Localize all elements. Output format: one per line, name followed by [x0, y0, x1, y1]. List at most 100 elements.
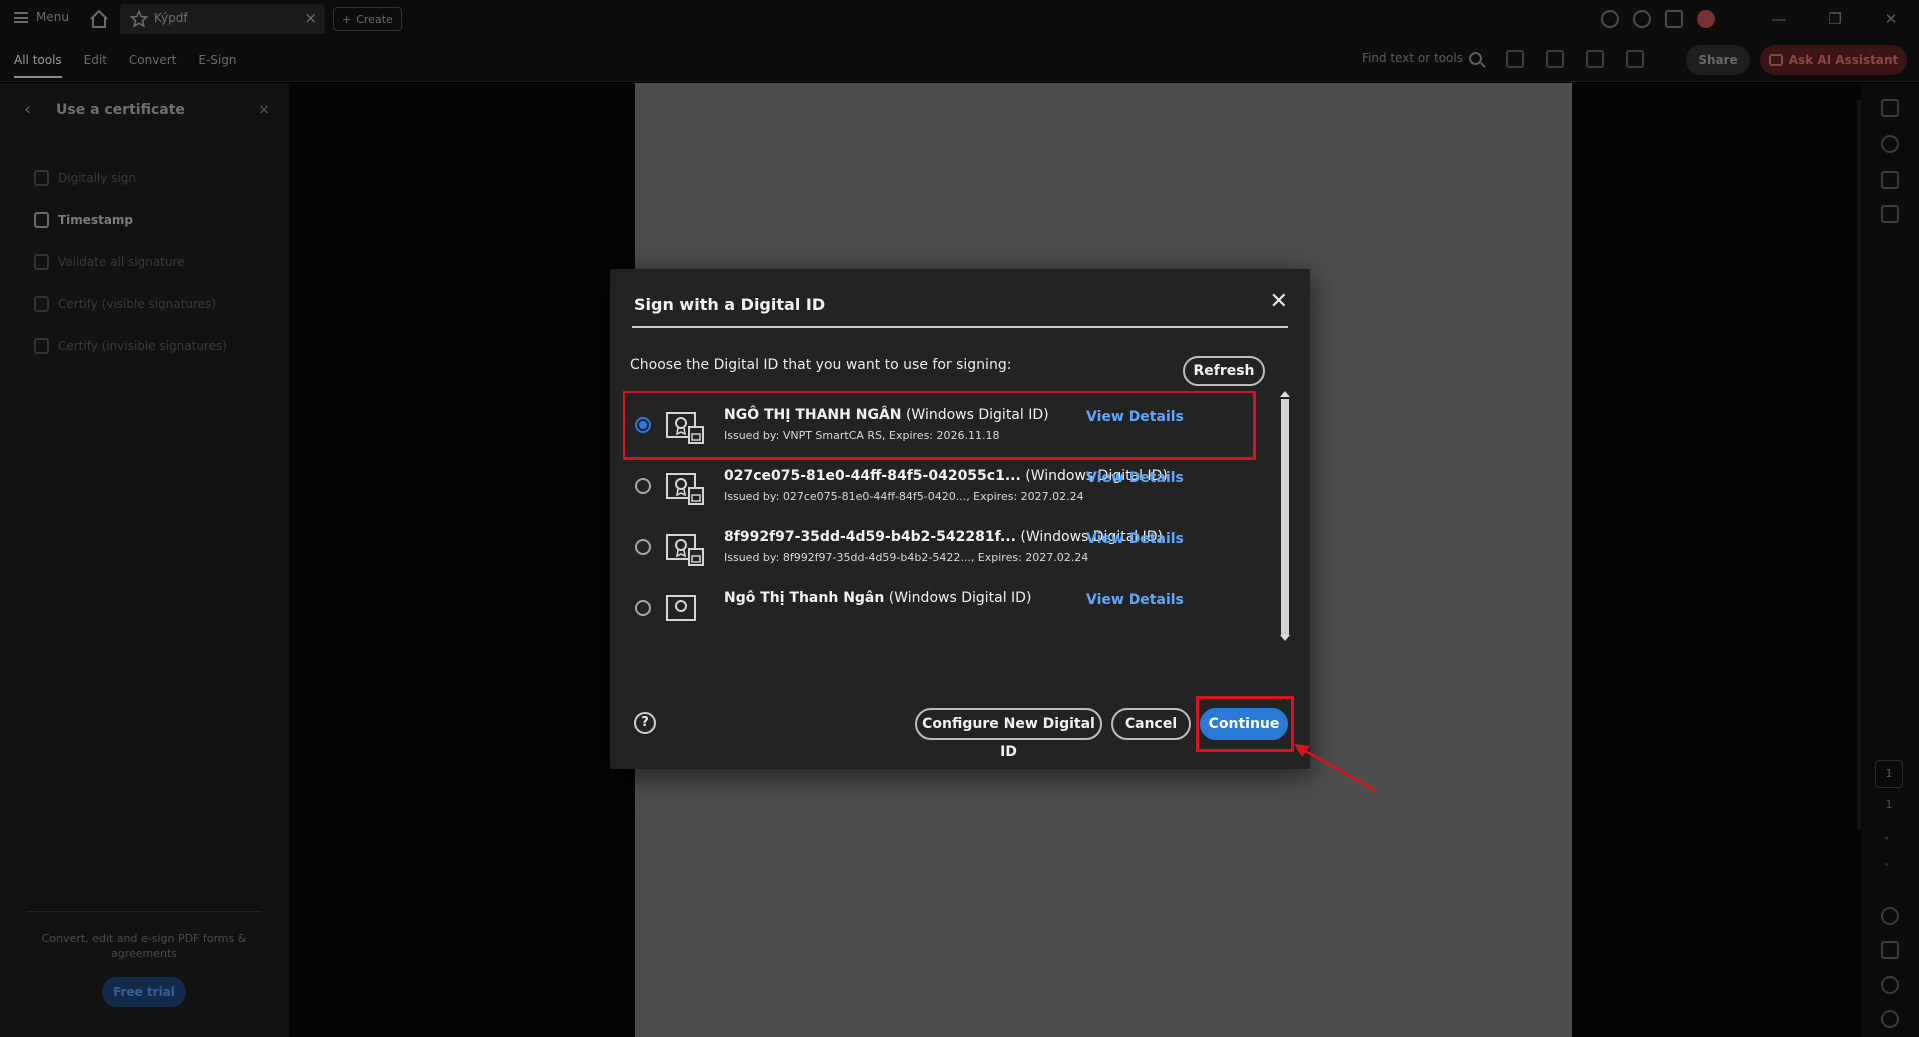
configure-new-digital-id-button[interactable]: Configure New Digital ID: [915, 708, 1102, 760]
tab-edit[interactable]: Edit: [84, 38, 107, 82]
digital-id-row[interactable]: 8f992f97-35dd-4d59-b4b2-542281f... (Wind…: [623, 513, 1255, 581]
digital-id-issuer: Issued by: VNPT SmartCA RS, Expires: 202…: [724, 429, 1000, 442]
avatar[interactable]: [1697, 10, 1715, 28]
panel-item-label: Validate all signature: [58, 255, 185, 269]
panel-item-digitally-sign[interactable]: Digitally sign: [34, 157, 227, 199]
home-icon[interactable]: [88, 8, 110, 30]
chevron-down-icon[interactable]: ˅: [1883, 862, 1890, 878]
panel-item-timestamp[interactable]: Timestamp: [34, 199, 227, 241]
total-pages: 1: [1885, 798, 1893, 811]
close-window-button[interactable]: ✕: [1863, 10, 1919, 28]
print-icon[interactable]: [1626, 50, 1644, 68]
dialog-prompt: Choose the Digital ID that you want to u…: [630, 357, 1012, 373]
comment-icon[interactable]: [1881, 135, 1899, 153]
menu-button[interactable]: Menu: [14, 10, 69, 24]
panel-title: Use a certificate: [56, 101, 185, 118]
hamburger-icon: [14, 11, 28, 23]
zoom-out-icon[interactable]: [1881, 1010, 1899, 1028]
document-tab[interactable]: Kýpdf ×: [120, 4, 325, 34]
tab-all-tools[interactable]: All tools: [14, 38, 62, 82]
radio-selected[interactable]: [635, 417, 651, 433]
maximize-button[interactable]: ❐: [1807, 10, 1863, 28]
panel-header: ‹ Use a certificate ×: [24, 99, 270, 120]
left-panel: ‹ Use a certificate × Digitally sign Tim…: [0, 83, 289, 1037]
cancel-button[interactable]: Cancel: [1111, 708, 1191, 740]
tab-e-sign[interactable]: E-Sign: [198, 38, 236, 82]
panel-item-certify-visible[interactable]: Certify (visible signatures): [34, 283, 227, 325]
certify-icon: [34, 296, 49, 312]
zoom-in-icon[interactable]: [1881, 976, 1899, 994]
radio-unselected[interactable]: [635, 478, 651, 494]
close-icon[interactable]: ✕: [1270, 291, 1288, 313]
panel-item-certify-invisible[interactable]: Certify (invisible signatures): [34, 325, 227, 367]
tool-tabs: All tools Edit Convert E-Sign: [14, 38, 236, 82]
digital-id-list: NGÔ THỊ THANH NGÂN (Windows Digital ID) …: [623, 391, 1275, 639]
document-tab-label: Kýpdf: [154, 11, 188, 25]
panel-divider: [26, 911, 262, 912]
id-list-scrollbar[interactable]: [1278, 391, 1290, 641]
pages-icon[interactable]: [1881, 205, 1899, 223]
panel-item-label: Digitally sign: [58, 171, 136, 185]
dialog-title: Sign with a Digital ID: [634, 295, 826, 314]
certificate-icon: [666, 412, 704, 444]
scroll-down-arrow-icon[interactable]: [1280, 635, 1290, 641]
back-chevron-icon[interactable]: ‹: [24, 99, 56, 120]
continue-button[interactable]: Continue: [1200, 708, 1288, 740]
ai-assistant-button[interactable]: Ask AI Assistant: [1760, 45, 1907, 75]
help-icon[interactable]: [1601, 10, 1619, 28]
page-fit-icon[interactable]: [1881, 941, 1899, 959]
digital-id-row[interactable]: Ngô Thị Thanh Ngân (Windows Digital ID) …: [623, 574, 1255, 639]
radio-unselected[interactable]: [635, 600, 651, 616]
create-label: Create: [356, 12, 393, 26]
timestamp-icon: [34, 212, 49, 228]
panel-item-label: Timestamp: [58, 213, 134, 227]
panel-item-validate[interactable]: Validate all signature: [34, 241, 227, 283]
refresh-button[interactable]: Refresh: [1183, 356, 1265, 386]
find-tools-search[interactable]: Find text or tools: [1362, 51, 1482, 65]
upload-icon[interactable]: [1586, 50, 1604, 68]
free-trial-button[interactable]: Free trial: [102, 977, 186, 1007]
scroll-up-arrow-icon[interactable]: [1280, 391, 1290, 397]
toolbar-icons: [1506, 50, 1644, 68]
chevron-up-icon[interactable]: ˄: [1883, 836, 1890, 852]
menu-label: Menu: [36, 10, 69, 24]
create-button[interactable]: + Create: [333, 7, 402, 31]
share-button[interactable]: Share: [1686, 45, 1750, 75]
tool-bar: All tools Edit Convert E-Sign Find text …: [0, 38, 1919, 82]
edit-pdf-icon[interactable]: [1881, 99, 1899, 117]
minimize-button[interactable]: —: [1751, 10, 1807, 28]
ai-assistant-icon: [1768, 54, 1783, 66]
comment-tool-icon[interactable]: [1546, 50, 1564, 68]
find-tools-label: Find text or tools: [1362, 51, 1463, 65]
apps-grid-icon[interactable]: [1665, 10, 1683, 28]
scroll-thumb[interactable]: [1281, 399, 1289, 635]
certificate-icon: [666, 595, 696, 621]
certificate-icon: [666, 473, 704, 505]
digital-id-row[interactable]: 027ce075-81e0-44ff-84f5-042055c1... (Win…: [623, 452, 1255, 520]
view-details-link[interactable]: View Details: [1086, 409, 1184, 425]
panel-close-icon[interactable]: ×: [258, 102, 270, 118]
search-icon: [1468, 51, 1482, 65]
digital-id-row[interactable]: NGÔ THỊ THANH NGÂN (Windows Digital ID) …: [623, 391, 1256, 460]
star-icon[interactable]: [130, 10, 148, 28]
view-details-link[interactable]: View Details: [1086, 470, 1184, 486]
annotation-arrow-icon: [1294, 744, 1377, 793]
close-tab-icon[interactable]: ×: [304, 9, 317, 27]
tab-convert[interactable]: Convert: [129, 38, 176, 82]
radio-unselected[interactable]: [635, 539, 651, 555]
help-icon[interactable]: ?: [634, 712, 656, 734]
current-page-input[interactable]: 1: [1875, 760, 1903, 788]
bell-icon[interactable]: [1633, 10, 1651, 28]
view-details-link[interactable]: View Details: [1086, 592, 1184, 608]
digital-id-issuer: Issued by: 8f992f97-35dd-4d59-b4b2-5422.…: [724, 551, 1089, 564]
plus-icon: +: [342, 12, 352, 26]
bookmark-icon[interactable]: [1881, 171, 1899, 189]
panel-item-label: Certify (visible signatures): [58, 297, 216, 311]
title-divider: [632, 326, 1288, 328]
ai-assistant-label: Ask AI Assistant: [1788, 53, 1899, 67]
view-details-link[interactable]: View Details: [1086, 531, 1184, 547]
sign-tool-icon[interactable]: [1506, 50, 1524, 68]
promo-text: Convert, edit and e-sign PDF forms & agr…: [41, 932, 247, 960]
digitally-sign-icon: [34, 170, 49, 186]
rotate-icon[interactable]: [1881, 907, 1899, 925]
